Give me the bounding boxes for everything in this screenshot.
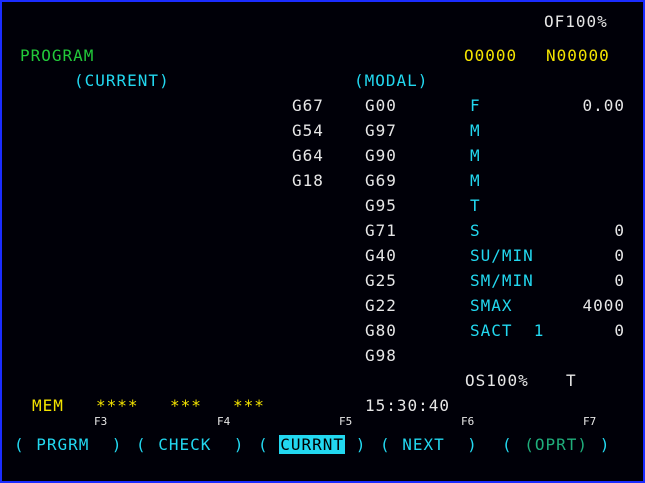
modal-code: G90 [365, 146, 397, 165]
parameter-label: M [470, 146, 481, 165]
softkey-currnt[interactable]: ( CURRNT ) [258, 434, 366, 456]
sequence-number: N00000 [546, 46, 610, 65]
softkey-oprt[interactable]: ( (OPRT) ) [502, 434, 610, 456]
parameter-value: 0 [614, 246, 625, 265]
parameter-label: SU/MIN [470, 246, 534, 265]
modal-label: (MODAL) [354, 71, 429, 90]
program-number: O0000 [464, 46, 518, 65]
modal-code: G80 [365, 321, 397, 340]
softkey-next-label: NEXT [402, 435, 445, 454]
parameter-label: SACT 1 [470, 321, 545, 340]
modal-code: G00 [365, 96, 397, 115]
cnc-screen: OF100% PROGRAM O0000 N00000 (CURRENT) (M… [0, 0, 645, 483]
feed-override: OF100% [544, 12, 608, 31]
parameter-label: SMAX [470, 296, 513, 315]
parameter-value: 0.00 [582, 96, 625, 115]
parameter-value: 0 [614, 221, 625, 240]
modal-code: G71 [365, 221, 397, 240]
softkey-prgrm[interactable]: ( PRGRM ) [14, 434, 122, 456]
modal-code: G22 [365, 296, 397, 315]
modal-code: G25 [365, 271, 397, 290]
parameter-value: 4000 [582, 296, 625, 315]
clock: 15:30:40 [365, 396, 451, 415]
program-label: PROGRAM [20, 46, 95, 65]
mode-indicator: MEM [32, 396, 64, 415]
status-field-2: *** [170, 396, 202, 415]
current-code: G67 [292, 96, 324, 115]
modal-code: G97 [365, 121, 397, 140]
current-code: G64 [292, 146, 324, 165]
softkey-currnt-label: CURRNT [279, 435, 346, 454]
current-code: G54 [292, 121, 324, 140]
modal-code: G40 [365, 246, 397, 265]
fkey-label-f3: F3 [94, 415, 108, 428]
modal-code: G69 [365, 171, 397, 190]
fkey-label-f6: F6 [461, 415, 475, 428]
parameter-label: M [470, 121, 481, 140]
status-field-3: *** [233, 396, 265, 415]
fkey-label-f4: F4 [217, 415, 231, 428]
fkey-label-f7: F7 [583, 415, 597, 428]
parameter-label: T [470, 196, 481, 215]
spindle-override: OS100% [465, 371, 529, 390]
fkey-label-f5: F5 [339, 415, 353, 428]
modal-code: G98 [365, 346, 397, 365]
parameter-value: 0 [614, 271, 625, 290]
parameter-label: SM/MIN [470, 271, 534, 290]
current-code: G18 [292, 171, 324, 190]
tool-status: T [566, 371, 577, 390]
parameter-label: M [470, 171, 481, 190]
status-field-1: **** [96, 396, 139, 415]
softkey-check[interactable]: ( CHECK ) [136, 434, 244, 456]
softkey-prgrm-label: PRGRM [36, 435, 90, 454]
softkey-oprt-label: (OPRT) [524, 435, 589, 454]
softkey-next[interactable]: ( NEXT ) [380, 434, 478, 456]
parameter-value: 0 [614, 321, 625, 340]
modal-code: G95 [365, 196, 397, 215]
parameter-label: S [470, 221, 481, 240]
current-label: (CURRENT) [74, 71, 170, 90]
parameter-label: F [470, 96, 481, 115]
softkey-check-label: CHECK [158, 435, 212, 454]
